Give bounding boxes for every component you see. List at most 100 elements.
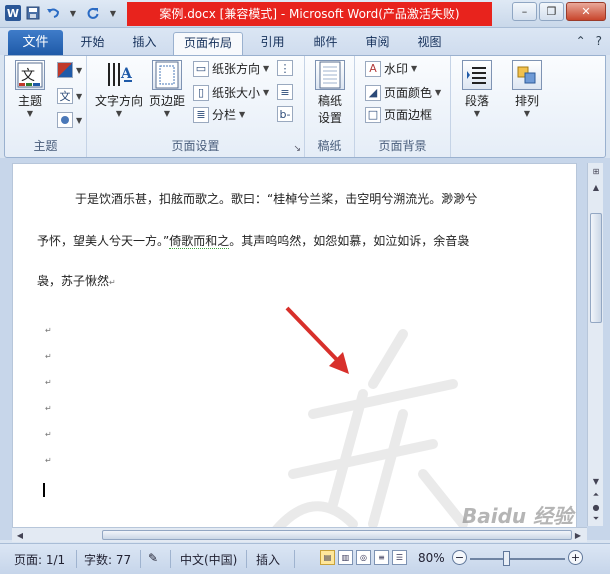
arrange-button[interactable]: 排列 ▼ xyxy=(509,60,545,118)
theme-fonts-button[interactable]: 文 ▼ xyxy=(57,88,82,104)
chevron-down-icon: ▼ xyxy=(115,109,123,118)
hyphenation-button[interactable]: b- xyxy=(277,106,293,122)
document-page[interactable]: 于是饮酒乐甚，扣舷而歌之。歌曰：“桂棹兮兰桨，击空明兮溯流光。渺渺兮 予怀，望美… xyxy=(12,163,577,540)
manuscript-setup-button[interactable]: 稿纸 设置 xyxy=(311,60,349,126)
text-direction-button[interactable]: A 文字方向 ▼ xyxy=(93,60,145,118)
size-button[interactable]: ▯ 纸张大小 ▼ xyxy=(193,84,269,101)
proofing-icon[interactable]: ✎ xyxy=(148,551,158,565)
close-icon: ✕ xyxy=(581,5,591,18)
themes-button[interactable]: 文 主题 ▼ xyxy=(11,60,49,118)
margins-button[interactable]: 页边距 ▼ xyxy=(145,60,189,118)
next-page-icon[interactable]: ⏷ xyxy=(590,513,602,525)
undo-dropdown-icon[interactable]: ▼ xyxy=(64,4,82,22)
group-label-themes: 主题 xyxy=(33,139,58,153)
watermark-button[interactable]: A 水印 ▼ xyxy=(365,60,417,77)
site-watermark: Baidu 经验 xyxy=(462,504,574,528)
group-label-manuscript: 稿纸 xyxy=(317,139,342,153)
restore-button[interactable]: ❐ xyxy=(539,2,564,21)
vertical-scroll-thumb[interactable] xyxy=(590,213,602,323)
tab-insert[interactable]: 插入 xyxy=(122,32,167,55)
paragraph-mark: ↵ xyxy=(45,430,52,439)
paragraph-mark: ↵ xyxy=(45,378,52,387)
language-indicator[interactable]: 中文(中国) xyxy=(180,551,237,568)
vertical-scrollbar[interactable]: ⊞ ▲ ▼ ⏶ ● ⏷ xyxy=(587,163,603,526)
document-area: 于是饮酒乐甚，扣舷而歌之。歌曰：“桂棹兮兰桨，击空明兮溯流光。渺渺兮 予怀，望美… xyxy=(0,158,610,540)
page-size-icon: ▯ xyxy=(193,84,209,101)
minimize-ribbon-icon[interactable]: ⌃ xyxy=(576,34,586,48)
theme-effects-button[interactable]: ▼ xyxy=(57,112,82,128)
page-borders-button[interactable]: □ 页面边框 xyxy=(365,106,432,123)
status-bar: 页面: 1/1 字数: 77 ✎ 中文(中国) 插入 ▤ ▥ ◎ ≡ ☰ 80%… xyxy=(0,543,610,574)
document-line-2[interactable]: 予怀，望美人兮天一方。”倚歌而和之。其声呜呜然，如怨如慕，如泣如诉，余音袅 xyxy=(37,232,469,249)
document-line-1[interactable]: 于是饮酒乐甚，扣舷而歌之。歌曰：“桂棹兮兰桨，击空明兮溯流光。渺渺兮 xyxy=(75,190,477,207)
group-themes: 文 主题 ▼ ▼ 文 ▼ ▼ 主题 xyxy=(5,56,87,157)
quick-access-toolbar: W ▼ ▼ xyxy=(4,4,122,22)
zoom-slider-thumb[interactable] xyxy=(503,551,510,566)
group-label-page-setup: 页面设置 xyxy=(171,139,220,153)
zoom-level[interactable]: 80% xyxy=(418,551,445,565)
theme-colors-button[interactable]: ▼ xyxy=(57,62,82,78)
scroll-up-icon[interactable]: ▲ xyxy=(590,181,602,193)
text-cursor xyxy=(43,483,45,497)
close-button[interactable]: ✕ xyxy=(566,2,606,21)
orientation-button[interactable]: ▭ 纸张方向 ▼ xyxy=(193,60,269,77)
chevron-down-icon: ▼ xyxy=(163,109,171,118)
outline-view-icon[interactable]: ≡ xyxy=(374,550,389,565)
theme-fonts-icon: 文 xyxy=(57,88,73,104)
orientation-icon: ▭ xyxy=(193,60,209,77)
window-controls: – ❐ ✕ xyxy=(512,2,606,21)
scroll-down-icon[interactable]: ▼ xyxy=(590,475,602,487)
select-browse-object-icon[interactable]: ● xyxy=(590,501,602,513)
previous-page-icon[interactable]: ⏶ xyxy=(590,489,602,501)
themes-icon: 文 xyxy=(15,60,45,90)
word-app-icon[interactable]: W xyxy=(4,4,22,22)
line-numbers-button[interactable]: ≡ xyxy=(277,84,293,100)
zoom-in-button[interactable]: + xyxy=(568,550,583,565)
zoom-out-button[interactable]: − xyxy=(452,550,467,565)
draft-view-icon[interactable]: ☰ xyxy=(392,550,407,565)
red-arrow-icon xyxy=(285,306,349,374)
full-screen-reading-icon[interactable]: ▥ xyxy=(338,550,353,565)
document-line-3[interactable]: 袅，苏子愀然↵ xyxy=(37,272,116,289)
chevron-down-icon: ▼ xyxy=(26,109,34,118)
page-setup-launcher-icon[interactable]: ↘ xyxy=(293,144,301,154)
zoom-slider-track[interactable] xyxy=(470,558,565,560)
horizontal-scroll-thumb[interactable] xyxy=(102,530,572,540)
page-indicator[interactable]: 页面: 1/1 xyxy=(14,551,65,568)
ribbon-tabs: 文件 开始 插入 页面布局 引用 邮件 审阅 视图 ⌃ ? xyxy=(0,28,610,56)
paragraph-mark: ↵ xyxy=(45,456,52,465)
tab-mailings[interactable]: 邮件 xyxy=(303,32,348,55)
insert-mode[interactable]: 插入 xyxy=(256,551,280,568)
web-layout-icon[interactable]: ◎ xyxy=(356,550,371,565)
tab-review[interactable]: 审阅 xyxy=(355,32,400,55)
group-page-background: A 水印 ▼ ◢ 页面颜色 ▼ □ 页面边框 页面背景 xyxy=(355,56,451,157)
scroll-left-icon[interactable]: ◀ xyxy=(14,529,26,541)
ruler-toggle-icon[interactable]: ⊞ xyxy=(590,165,602,177)
tab-view[interactable]: 视图 xyxy=(407,32,452,55)
group-manuscript: 稿纸 设置 稿纸 xyxy=(305,56,355,157)
tab-references[interactable]: 引用 xyxy=(250,32,295,55)
horizontal-scrollbar[interactable]: ◀ ▶ xyxy=(12,527,587,542)
paragraph-button[interactable]: 段落 ▼ xyxy=(459,60,495,118)
save-icon[interactable] xyxy=(24,4,42,22)
tab-home[interactable]: 开始 xyxy=(70,32,115,55)
scroll-right-icon[interactable]: ▶ xyxy=(572,529,584,541)
tab-file[interactable]: 文件 xyxy=(8,30,63,55)
group-paragraph: 段落 ▼ xyxy=(451,56,503,157)
customize-qat-icon[interactable]: ▼ xyxy=(104,4,122,22)
theme-colors-icon xyxy=(57,62,73,78)
ribbon: 文 主题 ▼ ▼ 文 ▼ ▼ 主题 A 文字方向 ▼ 页边距 ▼ ▭ 纸张方向 … xyxy=(4,55,606,158)
help-icon[interactable]: ? xyxy=(596,34,602,48)
breaks-button[interactable]: ⋮ xyxy=(277,60,293,76)
minimize-button[interactable]: – xyxy=(512,2,537,21)
redo-icon[interactable] xyxy=(84,4,102,22)
undo-icon[interactable] xyxy=(44,4,62,22)
svg-text:A: A xyxy=(120,66,133,82)
tab-page-layout[interactable]: 页面布局 xyxy=(173,32,243,56)
text-direction-icon: A xyxy=(104,60,134,90)
print-layout-view-icon[interactable]: ▤ xyxy=(320,550,335,565)
columns-button[interactable]: ≣ 分栏 ▼ xyxy=(193,106,245,123)
page-color-button[interactable]: ◢ 页面颜色 ▼ xyxy=(365,84,441,101)
word-count[interactable]: 字数: 77 xyxy=(84,551,131,568)
window-title: 案例.docx [兼容模式] - Microsoft Word(产品激活失败) xyxy=(127,2,492,26)
